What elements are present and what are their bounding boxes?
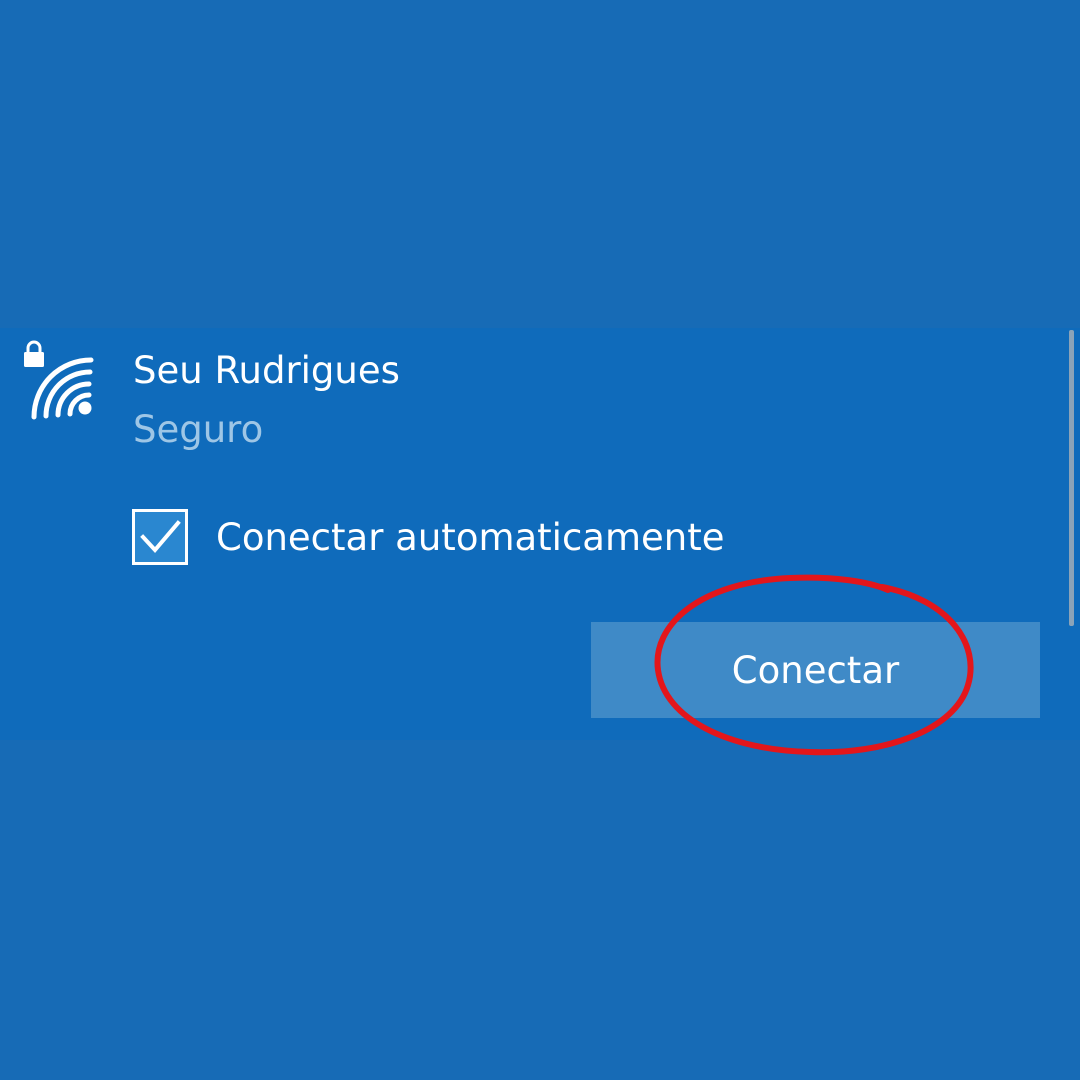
lock-icon	[24, 340, 44, 367]
network-status: Seguro	[133, 408, 264, 451]
checkmark-icon	[140, 520, 181, 554]
connect-button[interactable]: Conectar	[591, 622, 1040, 718]
auto-connect-checkbox[interactable]	[132, 509, 188, 565]
scrollbar[interactable]	[1069, 330, 1074, 626]
auto-connect-option[interactable]: Conectar automaticamente	[132, 505, 725, 569]
network-name: Seu Rudrigues	[133, 349, 400, 392]
wifi-icon	[24, 340, 94, 420]
connect-button-label: Conectar	[731, 648, 900, 692]
auto-connect-label: Conectar automaticamente	[216, 515, 725, 559]
